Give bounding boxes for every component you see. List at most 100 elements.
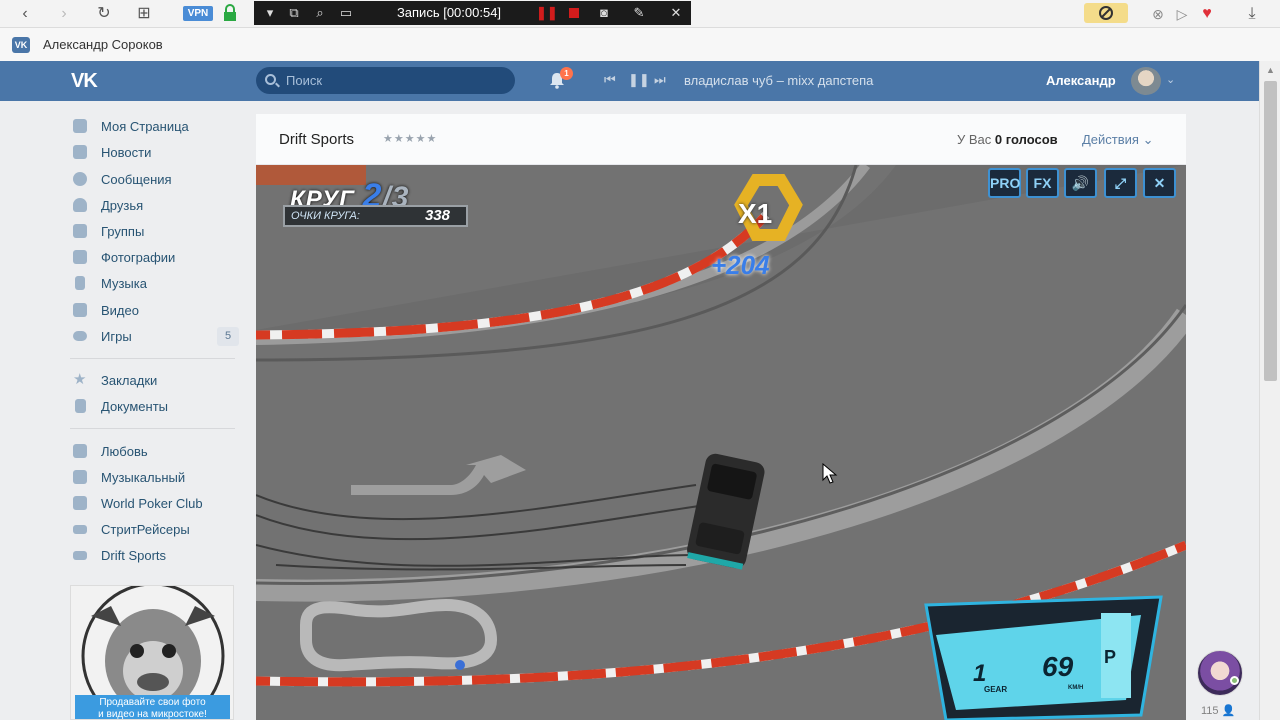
menu-item-games[interactable]: Игры 5 [70,324,240,350]
game-panel: Drift Sports ★★★★★ У Вас 0 голосов Дейст… [256,114,1186,720]
avatar[interactable] [1131,67,1161,95]
menu-item-app-poker[interactable]: World Poker Club [70,491,240,517]
recording-bar: ▾ ⧉ ⌕ ▭ Запись [00:00:54] ❚❚ ◙ ✎ ✕ [254,1,691,25]
speed-unit: KM/H [1068,685,1084,691]
close-icon[interactable]: ✕ [666,1,686,25]
bookmark-bar: VK Александр Сороков [0,28,1280,61]
camera-icon [73,250,87,264]
games-counter: 5 [217,327,239,346]
menu-item-app-musical[interactable]: Музыкальный [70,465,240,491]
forward-icon[interactable]: › [53,3,75,25]
app-grid-icon [73,444,87,458]
menu-item-photos[interactable]: Фотографии [70,245,240,271]
online-indicator [1230,676,1239,685]
window-icon[interactable]: ⧉ [284,1,304,25]
next-track-icon[interactable]: ⏭ [654,72,666,88]
park-indicator: P [1104,647,1117,667]
car-icon [73,551,87,560]
app-grid-icon [73,496,87,510]
chat-count[interactable]: 115 👤 [1201,704,1235,717]
scroll-thumb[interactable] [1264,81,1277,381]
race-track [256,165,1186,720]
games-icon [73,331,87,341]
sound-icon[interactable]: 🔊 [1064,168,1097,198]
menu-item-app-streetracers[interactable]: СтритРейсеры [70,517,240,543]
now-playing-track[interactable]: владислав чуб – mixx дапстепа [684,73,873,88]
bonus-points: +204 [711,250,770,280]
menu-item-my-page[interactable]: Моя Страница [70,114,240,140]
ad-caption: Продавайте свои фото и видео на микросто… [75,695,230,719]
zoom-icon[interactable]: ⌕ [310,1,330,25]
star-icon: ★ [73,371,87,388]
download-icon[interactable]: ⤓ [1241,3,1263,25]
music-icon [75,276,85,290]
game-canvas[interactable]: КРУГ 2/3 ОЧКИ КРУГА: 338 X1 +204 PRO FX … [256,165,1186,720]
menu-item-app-drift-sports[interactable]: Drift Sports [70,543,240,569]
pause-icon[interactable]: ❚❚ [536,1,558,25]
menu-divider [70,358,235,359]
document-icon [75,399,86,413]
pause-track-icon[interactable]: ❚❚ [628,72,650,88]
site-header: VK 1 ⏮ ❚❚ ⏭ владислав чуб – mixx дапстеп… [0,61,1259,101]
car-icon [73,525,87,534]
app-grid-icon [73,470,87,484]
video-icon [73,303,87,317]
vk-favicon-icon: VK [12,37,30,53]
fx-button[interactable]: FX [1026,168,1059,198]
send-icon[interactable]: ▷ [1171,3,1193,25]
home-icon [73,119,87,133]
fullscreen-icon[interactable]: ⤢ [1104,168,1137,198]
chevron-down-icon[interactable]: ⌄ [1166,73,1175,86]
multiplier-text: X1 [738,198,773,229]
vpn-badge[interactable]: VPN [183,6,213,21]
lock-icon [224,4,236,21]
area-icon[interactable]: ▭ [336,1,356,25]
bookmark-link[interactable]: Александр Сороков [43,37,163,52]
vk-logo[interactable]: VK [71,70,98,93]
search-icon [265,74,276,85]
reload-icon[interactable]: ↻ [93,3,115,25]
chat-avatar[interactable] [1197,650,1243,696]
menu-item-messages[interactable]: Сообщения [70,167,240,193]
search-box [256,67,515,94]
notification-badge: 1 [560,67,573,80]
menu-item-friends[interactable]: Друзья [70,193,240,219]
scrollbar[interactable]: ▲ [1259,61,1280,720]
menu-item-music[interactable]: Музыка [70,271,240,297]
menu-item-groups[interactable]: Группы [70,219,240,245]
dropdown-icon[interactable]: ▾ [260,1,280,25]
adblock-icon[interactable] [1084,3,1128,23]
pro-button[interactable]: PRO [988,168,1021,198]
tabs-grid-icon[interactable]: ⊞ [133,3,155,25]
heart-icon[interactable]: ♥ [1196,3,1218,25]
gear-label: GEAR [984,685,1008,694]
game-title[interactable]: Drift Sports [279,131,354,148]
lap-points: ОЧКИ КРУГА: 338 [283,205,468,227]
menu-item-news[interactable]: Новости [70,140,240,166]
votes-text: У Вас 0 голосов [957,132,1058,147]
chevron-down-icon: ⌄ [1142,132,1154,147]
menu-item-documents[interactable]: Документы [70,394,240,420]
pen-icon[interactable]: ✎ [629,1,649,25]
menu-item-video[interactable]: Видео [70,298,240,324]
menu-item-bookmarks[interactable]: ★ Закладки [70,368,240,394]
ad-banner[interactable]: Продавайте свои фото и видео на микросто… [70,585,234,720]
close-icon[interactable]: ✕ [1143,168,1176,198]
gear-value: 1 [973,660,987,687]
friends-icon [73,198,87,212]
rating-stars: ★★★★★ [383,133,438,145]
stop-icon[interactable] [569,8,579,18]
mouse-cursor-icon [822,463,838,484]
browser-toolbar: ‹ › ↻ ⊞ VPN ▾ ⧉ ⌕ ▭ Запись [00:00:54] ❚❚… [0,0,1280,28]
search-input[interactable] [286,67,506,94]
user-name[interactable]: Александр [1046,73,1116,88]
camera-icon[interactable]: ◙ [594,1,614,25]
news-icon [73,145,87,159]
menu-item-app-love[interactable]: Любовь [70,439,240,465]
back-icon[interactable]: ‹ [14,3,36,25]
scroll-up-icon[interactable]: ▲ [1266,65,1275,75]
prev-track-icon[interactable]: ⏮ [604,72,616,88]
extension-icon[interactable]: ⊗ [1147,3,1169,25]
game-header: Drift Sports ★★★★★ У Вас 0 голосов Дейст… [256,114,1186,165]
actions-dropdown[interactable]: Действия ⌄ [1082,132,1154,148]
